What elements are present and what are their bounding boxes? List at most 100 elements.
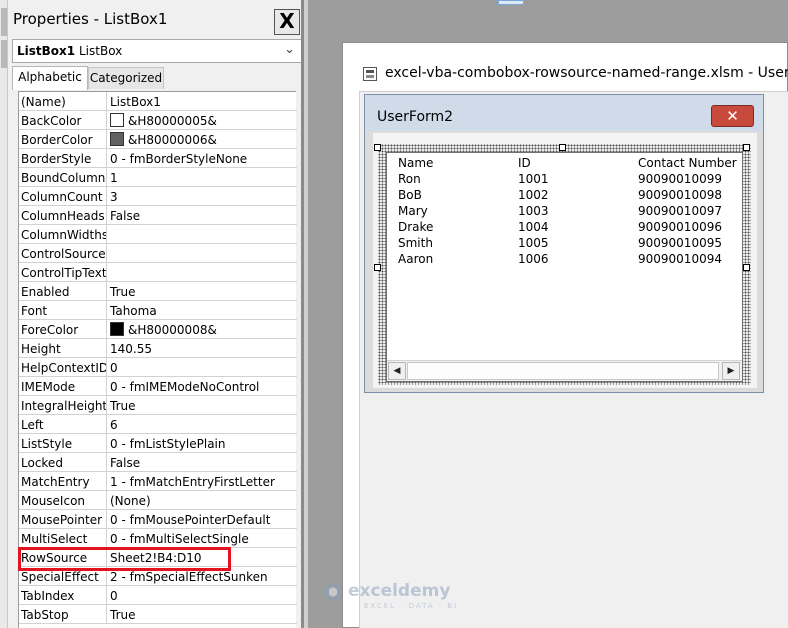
property-row[interactable]: ForeColor &H80000008& bbox=[19, 320, 297, 339]
property-row[interactable]: Left 6 bbox=[19, 415, 297, 434]
listbox-cell[interactable]: 1003 bbox=[518, 204, 549, 218]
property-row[interactable]: BorderColor &H80000006& bbox=[19, 130, 297, 149]
property-row[interactable]: Height 140.55 bbox=[19, 339, 297, 358]
userform-close-button[interactable]: ✕ bbox=[711, 105, 754, 127]
properties-title: Properties - ListBox1 bbox=[13, 10, 168, 28]
property-value[interactable]: 3 bbox=[108, 187, 297, 205]
property-value[interactable]: 0 bbox=[108, 586, 297, 604]
property-value[interactable]: 0 - fmMousePointerDefault bbox=[108, 510, 297, 528]
property-value[interactable]: 0 bbox=[108, 358, 297, 376]
property-value-text: 0 - fmBorderStyleNone bbox=[110, 152, 248, 166]
property-value[interactable] bbox=[108, 244, 297, 262]
property-value-text: 0 - fmIMEModeNoControl bbox=[110, 380, 260, 394]
horizontal-scrollbar[interactable]: ◀ ▶ bbox=[387, 360, 742, 381]
listbox-cell[interactable]: 90090010096 bbox=[638, 220, 722, 234]
dock-handle[interactable] bbox=[1, 40, 7, 68]
property-value[interactable]: True bbox=[108, 282, 297, 300]
property-value[interactable]: &H80000008& bbox=[108, 320, 297, 338]
listbox-cell[interactable]: Smith bbox=[398, 236, 433, 250]
property-value[interactable]: &H80000006& bbox=[108, 130, 297, 148]
listbox-cell[interactable]: Aaron bbox=[398, 252, 433, 266]
property-value[interactable]: &H80000005& bbox=[108, 111, 297, 129]
property-value[interactable]: 0 - fmIMEModeNoControl bbox=[108, 377, 297, 395]
listbox-cell[interactable]: 90090010098 bbox=[638, 188, 722, 202]
property-name: BorderColor bbox=[19, 130, 107, 148]
property-name: Font bbox=[19, 301, 107, 319]
object-selector-dropdown[interactable]: ListBox1 ListBox ⌄ bbox=[12, 39, 302, 63]
property-value[interactable]: True bbox=[108, 605, 297, 623]
property-row[interactable]: MousePointer 0 - fmMousePointerDefault bbox=[19, 510, 297, 529]
property-row[interactable]: Font Tahoma bbox=[19, 301, 297, 320]
listbox-cell[interactable]: Drake bbox=[398, 220, 433, 234]
property-value[interactable] bbox=[108, 263, 297, 281]
property-value[interactable] bbox=[108, 225, 297, 243]
listbox-cell[interactable]: Mary bbox=[398, 204, 428, 218]
property-row[interactable]: Enabled True bbox=[19, 282, 297, 301]
property-value[interactable]: 140.55 bbox=[108, 339, 297, 357]
object-name: ListBox1 bbox=[17, 44, 76, 58]
dock-handle[interactable] bbox=[1, 8, 7, 36]
listbox-cell[interactable]: 1002 bbox=[518, 188, 549, 202]
listbox-cell[interactable]: 90090010095 bbox=[638, 236, 722, 250]
property-value[interactable]: 0 - fmListStylePlain bbox=[108, 434, 297, 452]
chevron-down-icon[interactable]: ⌄ bbox=[284, 42, 295, 57]
property-row[interactable]: Locked False bbox=[19, 453, 297, 472]
property-row[interactable]: BackColor &H80000005& bbox=[19, 111, 297, 130]
listbox1[interactable]: ◀ ▶ Name ID Contact Number Ron 1001 900900100… bbox=[386, 152, 743, 382]
listbox-cell[interactable]: 90090010094 bbox=[638, 252, 722, 266]
property-row[interactable]: MultiSelect 0 - fmMultiSelectSingle bbox=[19, 529, 297, 548]
property-row[interactable]: IntegralHeight True bbox=[19, 396, 297, 415]
property-value[interactable]: False bbox=[108, 206, 297, 224]
property-value-text: (None) bbox=[110, 494, 151, 508]
property-row[interactable]: BoundColumn 1 bbox=[19, 168, 297, 187]
resize-handle[interactable] bbox=[743, 144, 750, 151]
property-value[interactable]: 1 - fmMatchEntryFirstLetter bbox=[108, 472, 297, 490]
listbox-cell[interactable]: BoB bbox=[398, 188, 422, 202]
property-value[interactable]: (None) bbox=[108, 491, 297, 509]
scroll-left-icon[interactable]: ◀ bbox=[388, 362, 406, 380]
property-value[interactable]: True bbox=[108, 396, 297, 414]
toolbar-tab[interactable] bbox=[498, 0, 524, 5]
resize-handle[interactable] bbox=[743, 264, 750, 271]
property-row[interactable]: HelpContextID 0 bbox=[19, 358, 297, 377]
property-value[interactable]: 1 bbox=[108, 168, 297, 186]
listbox-cell[interactable]: 1001 bbox=[518, 172, 549, 186]
property-row[interactable]: (Name) ListBox1 bbox=[19, 92, 297, 111]
scroll-right-icon[interactable]: ▶ bbox=[722, 362, 740, 380]
property-name: Height bbox=[19, 339, 107, 357]
property-value[interactable]: Tahoma bbox=[108, 301, 297, 319]
listbox-cell[interactable]: 90090010097 bbox=[638, 204, 722, 218]
property-row[interactable]: ColumnHeads False bbox=[19, 206, 297, 225]
resize-handle[interactable] bbox=[374, 264, 381, 271]
property-row[interactable]: ColumnCount 3 bbox=[19, 187, 297, 206]
tab-alphabetic[interactable]: Alphabetic bbox=[12, 66, 88, 90]
property-value[interactable]: 0 - fmMultiSelectSingle bbox=[108, 529, 297, 547]
property-value[interactable]: 0 - fmBorderStyleNone bbox=[108, 149, 297, 167]
property-row[interactable]: MatchEntry 1 - fmMatchEntryFirstLetter bbox=[19, 472, 297, 491]
scroll-thumb[interactable] bbox=[407, 362, 719, 380]
property-row[interactable]: MouseIcon (None) bbox=[19, 491, 297, 510]
listbox-cell[interactable]: 1005 bbox=[518, 236, 549, 250]
property-name: ControlSource bbox=[19, 244, 107, 262]
listbox-column-header: Name bbox=[398, 156, 434, 170]
color-swatch bbox=[110, 322, 124, 336]
property-row[interactable]: BorderStyle 0 - fmBorderStyleNone bbox=[19, 149, 297, 168]
listbox-cell[interactable]: 90090010099 bbox=[638, 172, 722, 186]
listbox-cell[interactable]: Ron bbox=[398, 172, 421, 186]
property-row[interactable]: ControlSource bbox=[19, 244, 297, 263]
listbox-cell[interactable]: 1006 bbox=[518, 252, 549, 266]
property-value[interactable]: False bbox=[108, 453, 297, 471]
property-row[interactable]: ListStyle 0 - fmListStylePlain bbox=[19, 434, 297, 453]
property-value[interactable]: 6 bbox=[108, 415, 297, 433]
property-row[interactable]: IMEMode 0 - fmIMEModeNoControl bbox=[19, 377, 297, 396]
property-row[interactable]: ColumnWidths bbox=[19, 225, 297, 244]
resize-handle[interactable] bbox=[559, 144, 566, 151]
property-row[interactable]: TabStop True bbox=[19, 605, 297, 624]
property-row[interactable]: ControlTipText bbox=[19, 263, 297, 282]
property-row[interactable]: TabIndex 0 bbox=[19, 586, 297, 605]
properties-close-button[interactable]: X bbox=[274, 9, 300, 35]
listbox-cell[interactable]: 1004 bbox=[518, 220, 549, 234]
property-value[interactable]: ListBox1 bbox=[108, 92, 297, 110]
tab-categorized[interactable]: Categorized bbox=[88, 67, 164, 89]
resize-handle[interactable] bbox=[374, 144, 381, 151]
